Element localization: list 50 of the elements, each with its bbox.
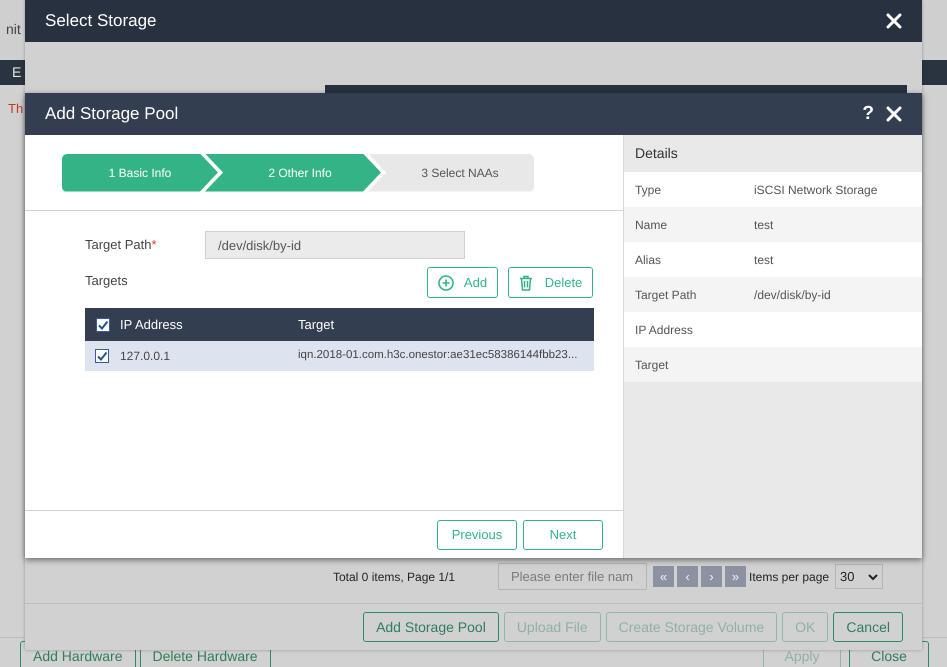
previous-button[interactable]: Previous: [437, 520, 517, 550]
plus-circle-icon: [438, 274, 454, 290]
table-row[interactable]: 127.0.0.1 iqn.2018-01.com.h3c.onestor:ae31ec58386144fbb23...: [85, 341, 594, 371]
select-all-checkbox[interactable]: [96, 318, 110, 332]
detail-label: Name: [635, 216, 668, 234]
pager-button[interactable]: «: [653, 566, 674, 587]
pager-button[interactable]: ›: [701, 566, 722, 587]
wizard-step: 2 Other Info: [205, 154, 381, 192]
pager-button[interactable]: »: [725, 566, 746, 587]
targets-label: Targets: [85, 272, 129, 290]
page-text: nit: [6, 20, 21, 39]
required-mark: *: [152, 236, 157, 254]
add-button[interactable]: Add: [427, 267, 498, 298]
close-icon[interactable]: [886, 106, 902, 122]
target-path-field[interactable]: /dev/disk/by-id: [205, 231, 465, 259]
table-cell-text: 127.0.0.1: [120, 348, 172, 365]
detail-value: test: [754, 216, 774, 234]
delete-button[interactable]: Delete: [508, 267, 593, 298]
items-per-page-select[interactable]: 30: [835, 564, 884, 589]
dialog-title: Select Storage: [45, 10, 158, 32]
bar-title: E: [12, 63, 22, 82]
detail-value: test: [754, 252, 774, 268]
detail-value: /dev/disk/by-id: [754, 286, 831, 304]
footer-button[interactable]: Add Storage Pool: [363, 612, 499, 642]
close-icon[interactable]: [886, 13, 902, 29]
detail-label: Target Path: [635, 286, 698, 304]
column-header: Target: [298, 316, 334, 334]
footer-button[interactable]: Cancel: [833, 612, 903, 642]
chevron-down-icon: [868, 572, 878, 580]
detail-label: IP Address: [635, 322, 694, 338]
trash-icon: [518, 274, 533, 290]
detail-value: iSCSI Network Storage: [754, 182, 878, 198]
next-button[interactable]: Next: [523, 520, 603, 550]
table-cell-text: iqn.2018-01.com.h3c.onestor:ae31ec58386144fbb23...: [298, 348, 578, 364]
row-checkbox[interactable]: [95, 349, 109, 363]
details-title: Details: [635, 144, 678, 163]
wizard-step: 3 Select NAAs: [368, 154, 534, 192]
wizard-step: 1 Basic Info: [62, 154, 218, 192]
field-label: Target Path: [85, 236, 152, 254]
pagination-summary: Total 0 items, Page 1/1: [333, 568, 456, 586]
search-field[interactable]: Please enter file nam: [498, 563, 647, 590]
detail-label: Alias: [635, 252, 662, 268]
items-per-page-label: Items per page: [749, 568, 830, 586]
pager-button[interactable]: ‹: [677, 566, 698, 587]
detail-label: Type: [635, 182, 662, 198]
dialog-title: Add Storage Pool: [45, 103, 180, 126]
notice-text: Th: [8, 101, 24, 116]
detail-label: Target: [635, 356, 670, 374]
column-header: IP Address: [120, 316, 184, 334]
help-button[interactable]: ?: [862, 100, 874, 128]
